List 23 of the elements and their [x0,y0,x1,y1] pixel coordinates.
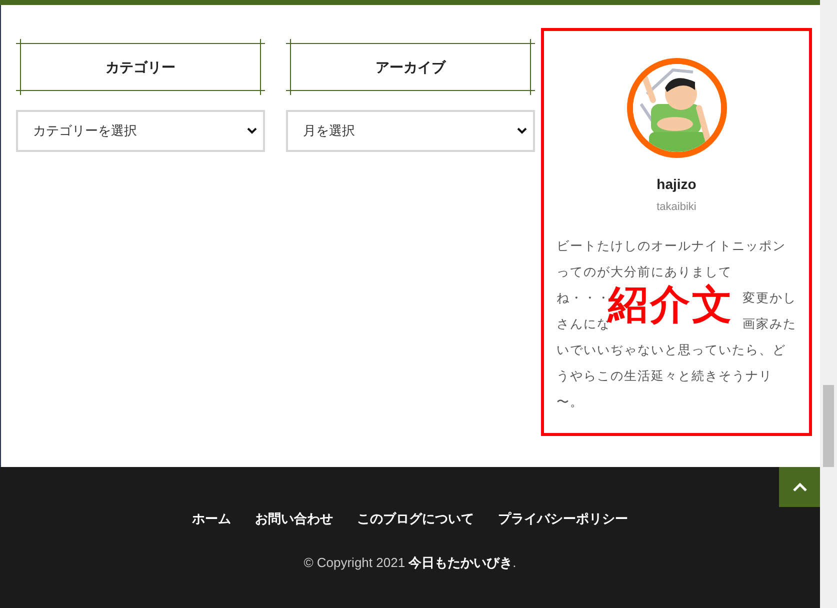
bio-text: ってのが大分前にありまして [556,264,732,282]
select-dropdown[interactable]: 月を選択 [286,110,535,152]
select-dropdown[interactable]: カテゴリーを選択 [16,110,265,152]
profile-name: hajizo [656,175,696,194]
scrollbar-thumb[interactable] [823,385,834,467]
footer-link[interactable]: このブログについて [357,509,474,528]
overlay-label: 紹介文 [608,283,734,327]
bio-text: 画家みた [742,316,796,334]
bio-text: うやらこの生活延々と続きそうナリ [556,368,772,386]
chevron-up-icon [792,482,808,492]
profile-handle: takaibiki [656,200,696,215]
copyright-text: © Copyright 2021 今日もたかいびき. [304,554,516,572]
bio-text: 変更かし [742,290,796,308]
chevron-down-icon [517,127,527,135]
scrollbar[interactable] [820,0,837,608]
bio-text: 〜。 [556,394,584,412]
footer-link[interactable]: お問い合わせ [255,509,333,528]
bio-text: ビートたけしのオールナイトニッポン [556,238,786,256]
chevron-down-icon [247,127,257,135]
back-to-top-button[interactable] [779,467,820,507]
bio-text: いでいいぢゃないと思っていたら、ど [556,342,786,360]
footer-link[interactable]: プライバシーポリシー [498,509,628,528]
footer-link[interactable]: ホーム [192,509,231,528]
